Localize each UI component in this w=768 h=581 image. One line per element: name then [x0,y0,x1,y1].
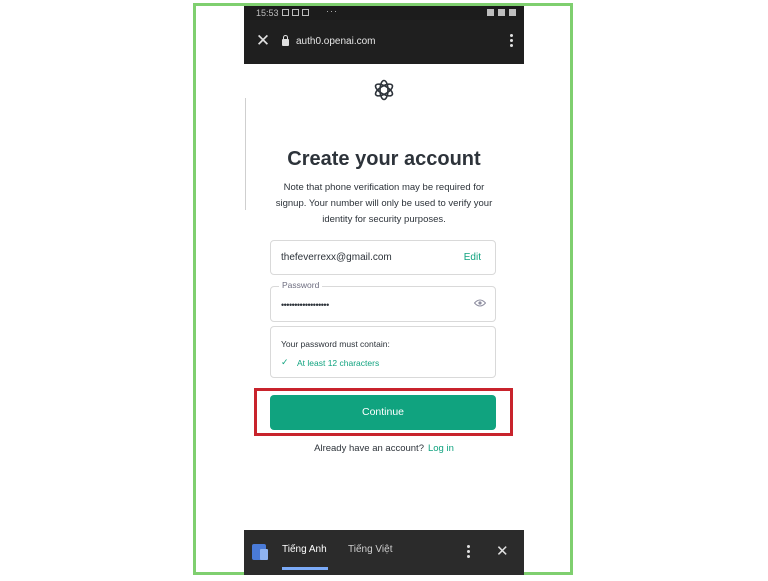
password-value: •••••••••••••••••• [281,300,329,310]
url-text[interactable]: auth0.openai.com [296,36,376,47]
notification-icon [292,9,299,16]
close-icon[interactable]: ✕ [496,542,509,560]
status-bar: 15:53 ··· [244,6,524,20]
signal-icon [509,9,516,16]
active-tab-indicator [282,567,328,570]
edit-email-link[interactable]: Edit [464,252,481,263]
status-time: 15:53 [256,8,279,18]
openai-logo-icon [374,79,394,101]
login-prompt-line: Already have an account? Log in [244,443,524,454]
login-prompt: Already have an account? [314,443,424,454]
password-requirements: Your password must contain: ✓ At least 1… [270,326,496,378]
notification-icon [282,9,289,16]
requirements-heading: Your password must contain: [281,339,390,349]
close-tab-button[interactable]: ✕ [254,32,272,50]
more-vert-icon[interactable] [466,545,471,559]
login-link[interactable]: Log in [428,443,454,454]
tab-english[interactable]: Tiếng Anh [282,544,327,555]
email-field[interactable]: thefeverrexx@gmail.com Edit [270,240,496,275]
status-dots: ··· [326,6,338,16]
highlight-box [254,388,513,436]
more-vert-icon[interactable] [508,34,514,50]
page-title: Create your account [287,148,481,170]
system-icons [487,9,516,16]
eye-icon[interactable] [474,299,486,307]
phone-screen: 15:53 ··· ✕ auth0.openai.com Create your… [244,6,524,575]
password-label: Password [279,280,323,290]
requirement-length: At least 12 characters [297,358,380,368]
page-description: Note that phone verification may be requ… [275,182,493,225]
password-field[interactable]: Password •••••••••••••••••• [270,280,496,322]
notification-icon [302,9,309,16]
google-translate-icon [252,544,268,560]
email-value: thefeverrexx@gmail.com [281,252,392,263]
tab-vietnamese[interactable]: Tiếng Việt [348,544,392,555]
check-icon: ✓ [281,357,289,367]
lock-icon [282,35,289,46]
battery-icon [487,9,494,16]
notification-icons [282,9,309,16]
wifi-icon [498,9,505,16]
browser-toolbar: ✕ auth0.openai.com [244,20,524,64]
translate-bar: Tiếng Anh Tiếng Việt ✕ [244,530,524,575]
